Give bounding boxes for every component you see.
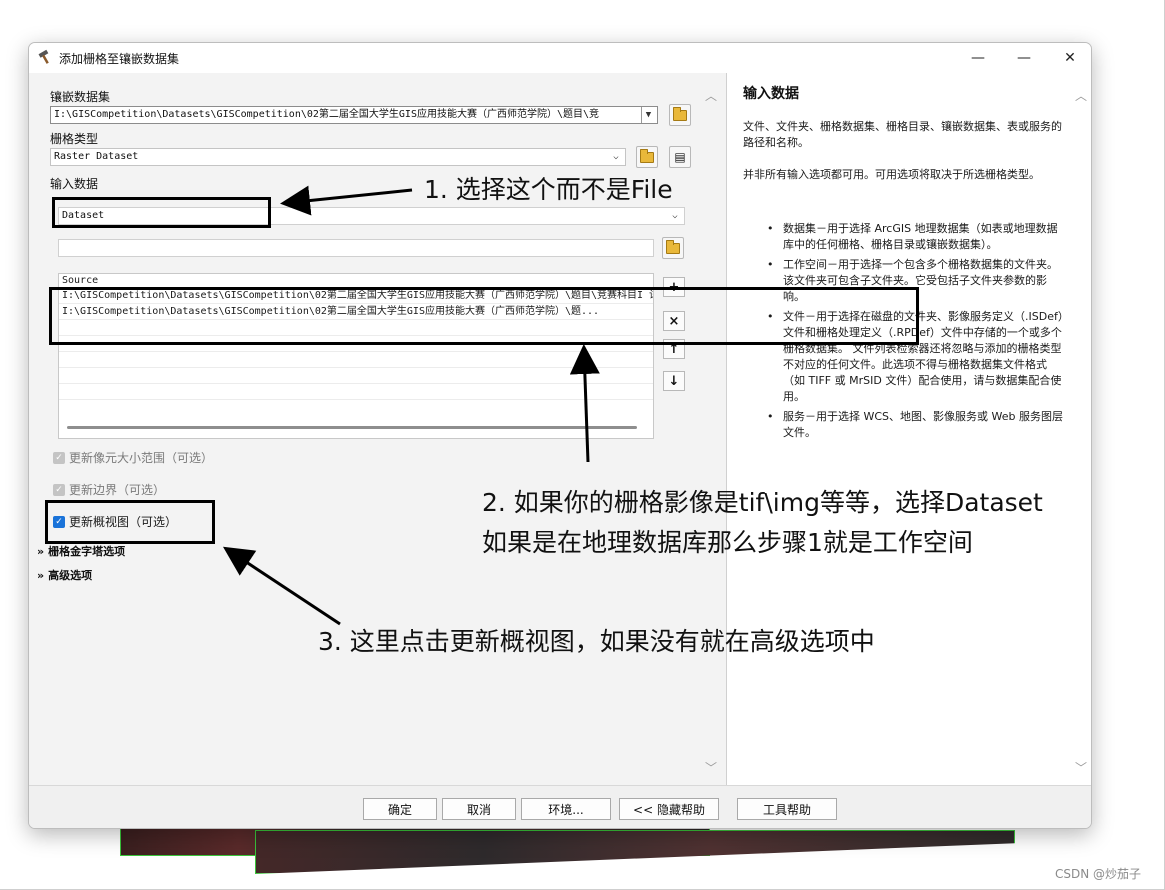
browse-input-button[interactable] [662, 237, 684, 259]
input-path-field[interactable] [58, 239, 654, 257]
help-list-item: 服务－用于选择 WCS、地图、影像服务或 Web 服务图层文件。 [767, 409, 1065, 441]
scroll-up-icon[interactable]: ︿ [1075, 87, 1087, 104]
move-down-button[interactable]: ↓ [663, 371, 685, 391]
browse-raster-type-button[interactable] [636, 146, 658, 168]
window-title: 添加栅格至镶嵌数据集 [59, 52, 180, 66]
annotation-text-1: 1. 选择这个而不是File [424, 175, 673, 204]
list-item-empty [59, 384, 653, 400]
folder-open-icon [673, 106, 687, 121]
raster-type-properties-button[interactable]: ▤ [669, 146, 691, 168]
advanced-options-section[interactable]: » 高级选项 [37, 567, 92, 583]
cancel-button[interactable]: 取消 [442, 798, 516, 820]
annotation-box-1 [52, 197, 271, 228]
help-list-item: 数据集－用于选择 ArcGIS 地理数据集（如表或地理数据库中的任何栅格、栅格目… [767, 221, 1065, 253]
watermark: CSDN @炒茄子 [1055, 867, 1142, 881]
update-boundary-checkbox[interactable]: ✓ 更新边界（可选） [53, 481, 165, 498]
scroll-up-icon[interactable]: ︿ [705, 87, 717, 104]
help-title: 输入数据 [743, 86, 799, 102]
input-data-label: 输入数据 [50, 177, 99, 191]
background-map-strip-2 [255, 830, 1015, 874]
minimize-icon-2: — [971, 50, 985, 66]
annotation-text-3: 3. 这里点击更新概视图，如果没有就在高级选项中 [318, 627, 875, 656]
checkmark-icon: ✓ [53, 483, 65, 496]
browse-mosaic-button[interactable] [669, 104, 691, 126]
chevron-down-icon[interactable]: ▼ [641, 107, 655, 123]
arrow-down-icon: ↓ [668, 373, 680, 389]
raster-type-value: Raster Dataset [54, 151, 139, 162]
horizontal-scrollbar[interactable] [67, 426, 637, 429]
raster-type-label: 栅格类型 [50, 132, 99, 146]
annotation-box-2 [49, 287, 919, 345]
update-boundary-label: 更新边界（可选） [69, 483, 166, 497]
add-rasters-dialog: 添加栅格至镶嵌数据集 — ✕ — 镶嵌数据集 I:\GISCompetition… [28, 42, 1092, 829]
folder-open-icon [640, 148, 654, 163]
ok-button[interactable]: 确定 [363, 798, 437, 820]
help-paragraph-1: 文件、文件夹、栅格数据集、栅格目录、镶嵌数据集、表或服务的路径和名称。 [743, 120, 1062, 149]
raster-type-combo[interactable]: Raster Dataset ⌵ [50, 148, 626, 166]
pyramid-options-label: 栅格金字塔选项 [48, 545, 126, 558]
minimize-button-2[interactable]: — [955, 43, 1001, 73]
chevron-down-icon[interactable]: ⌵ [668, 208, 682, 224]
scroll-down-icon[interactable]: ﹀ [1075, 759, 1087, 776]
annotation-box-3 [45, 500, 215, 544]
annotation-text-2b: 如果是在地理数据库那么步骤1就是工作空间 [482, 528, 973, 557]
environments-button[interactable]: 环境... [521, 798, 611, 820]
update-cellsize-checkbox[interactable]: ✓ 更新像元大小范围（可选） [53, 449, 213, 466]
checkmark-icon: ✓ [53, 451, 65, 464]
chevron-down-icon[interactable]: ⌵ [609, 149, 623, 165]
button-bar: 确定 取消 环境... << 隐藏帮助 工具帮助 [29, 785, 1091, 828]
tool-help-button[interactable]: 工具帮助 [737, 798, 837, 820]
double-chevron-down-icon: » [37, 568, 45, 582]
annotation-text-2: 2. 如果你的栅格影像是tif\img等等，选择Dataset [482, 488, 1043, 517]
help-paragraph-2: 并非所有输入选项都可用。可用选项将取决于所选栅格类型。 [743, 168, 1040, 181]
mosaic-dataset-label: 镶嵌数据集 [50, 90, 111, 104]
scroll-down-icon[interactable]: ﹀ [705, 759, 717, 776]
double-chevron-down-icon: » [37, 544, 45, 558]
hide-help-button[interactable]: << 隐藏帮助 [619, 798, 719, 820]
advanced-options-label: 高级选项 [48, 569, 93, 582]
list-item-empty [59, 368, 653, 384]
minimize-icon: — [1017, 50, 1031, 66]
list-item-empty [59, 352, 653, 368]
pyramid-options-section[interactable]: » 栅格金字塔选项 [37, 543, 125, 559]
title-bar: 添加栅格至镶嵌数据集 — ✕ — [29, 43, 1091, 73]
close-icon: ✕ [1064, 50, 1076, 66]
update-cellsize-label: 更新像元大小范围（可选） [69, 451, 214, 465]
properties-icon: ▤ [674, 150, 686, 164]
folder-open-icon [666, 239, 680, 254]
close-button[interactable]: ✕ [1047, 43, 1091, 73]
minimize-button[interactable]: — [1001, 43, 1047, 73]
mosaic-dataset-combo[interactable]: I:\GISCompetition\Datasets\GISCompetitio… [50, 106, 658, 124]
help-pane: 输入数据 文件、文件夹、栅格数据集、栅格目录、镶嵌数据集、表或服务的路径和名称。… [726, 73, 1091, 785]
list-header: Source [59, 274, 653, 288]
hammer-icon [38, 49, 49, 64]
mosaic-dataset-value: I:\GISCompetition\Datasets\GISCompetitio… [54, 109, 600, 120]
